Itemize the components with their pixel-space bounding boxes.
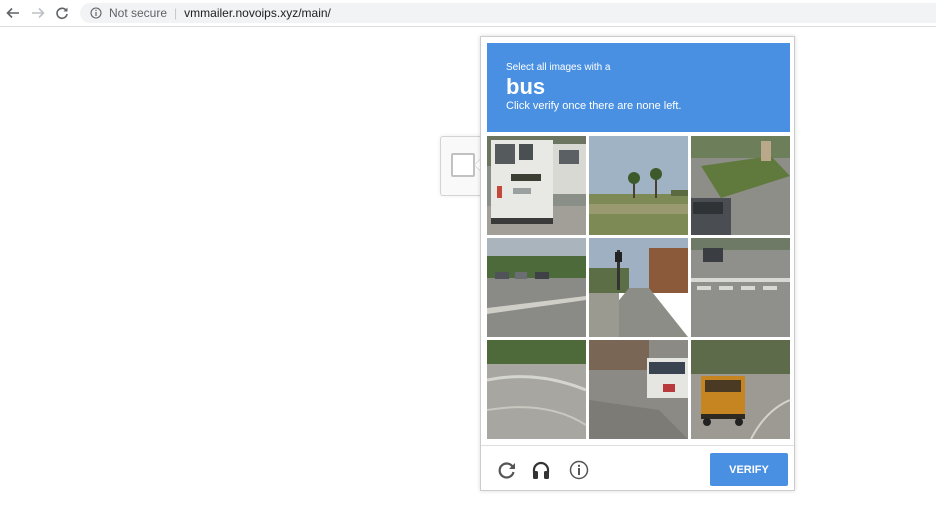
captcha-challenge: Select all images with a bus Click verif… [480, 36, 795, 491]
info-circle-icon[interactable] [88, 5, 104, 21]
image-tile[interactable] [691, 238, 790, 337]
headphones-icon[interactable] [529, 458, 553, 482]
reload-icon[interactable] [495, 458, 519, 482]
verify-button[interactable]: VERIFY [710, 453, 788, 486]
browser-toolbar: Not secure | vmmailer.novoips.xyz/main/ [0, 0, 936, 27]
address-bar[interactable]: Not secure | vmmailer.novoips.xyz/main/ [80, 3, 936, 23]
instruction-subtext: Click verify once there are none left. [506, 100, 682, 112]
image-tile[interactable] [487, 136, 586, 235]
security-label: Not secure [109, 6, 168, 20]
url-separator: | [174, 6, 178, 20]
image-grid [487, 136, 790, 439]
captcha-checkbox[interactable] [451, 153, 475, 177]
image-tile[interactable] [487, 238, 586, 337]
instruction-text: Select all images with a [506, 62, 611, 73]
image-tile[interactable] [487, 340, 586, 439]
target-object: bus [506, 74, 546, 99]
challenge-header: Select all images with a bus Click verif… [487, 43, 790, 132]
image-tile[interactable] [589, 238, 688, 337]
reload-page-icon[interactable] [53, 4, 71, 22]
challenge-footer: VERIFY [481, 445, 794, 491]
info-icon[interactable] [567, 458, 591, 482]
forward-arrow-icon[interactable] [29, 4, 47, 22]
image-tile[interactable] [691, 340, 790, 439]
image-tile[interactable] [589, 340, 688, 439]
back-arrow-icon[interactable] [4, 4, 22, 22]
image-tile[interactable] [589, 136, 688, 235]
image-tile[interactable] [691, 136, 790, 235]
url-text[interactable]: vmmailer.novoips.xyz/main/ [184, 6, 331, 20]
